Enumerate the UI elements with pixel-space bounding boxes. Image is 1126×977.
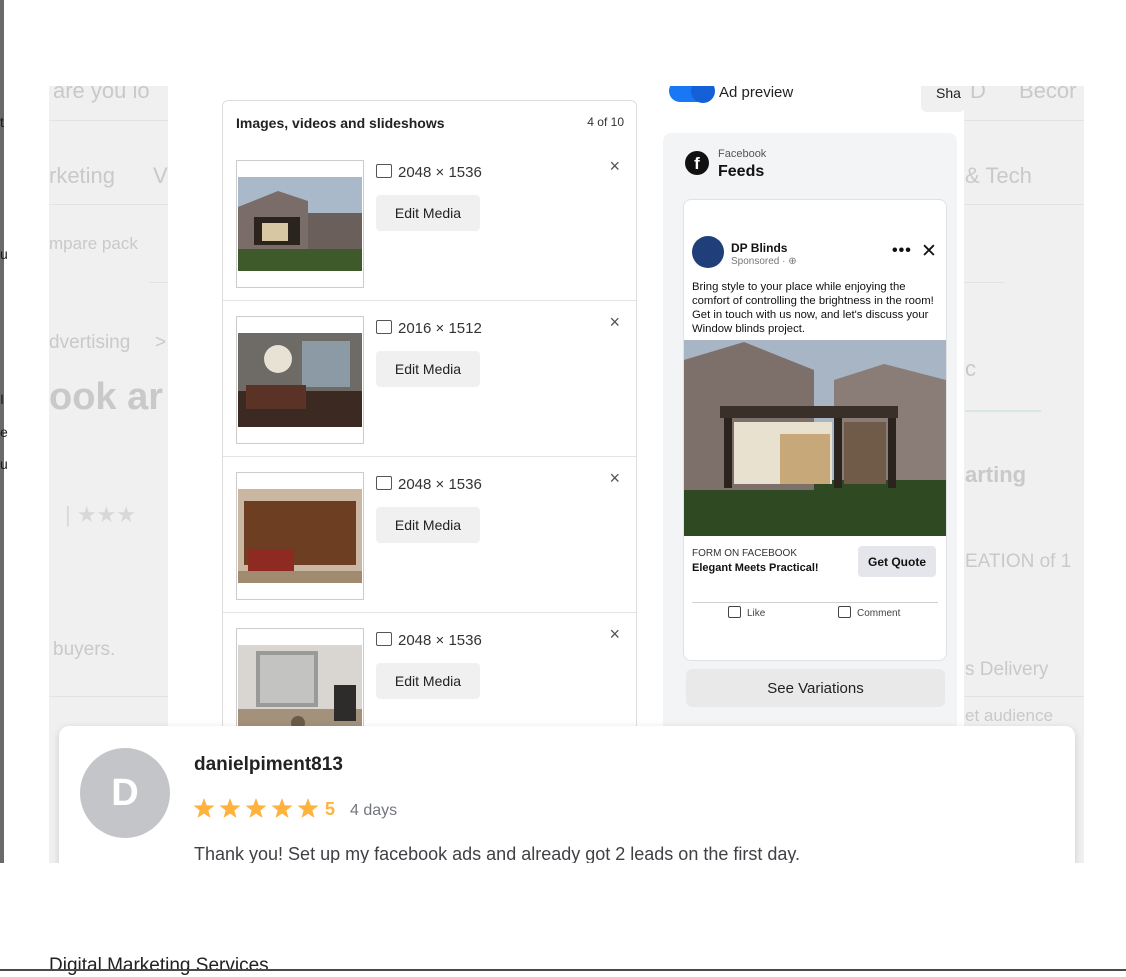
star-icon: [193, 798, 215, 818]
post-text: Bring style to your place while enjoying…: [692, 281, 934, 335]
platform-label: Facebook: [718, 148, 767, 160]
image-icon: [376, 476, 392, 490]
close-icon[interactable]: ✕: [921, 240, 937, 263]
bg-nav-word: Becor: [1019, 86, 1077, 103]
media-thumbnail[interactable]: [236, 316, 364, 444]
media-item: 2048 × 1536 Edit Media ×: [223, 456, 636, 613]
reviewer-name: danielpiment813: [194, 754, 343, 775]
edge-text-fragment: u: [0, 246, 8, 262]
bg-nav-v: V: [153, 163, 168, 188]
cta-subtitle: FORM ON FACEBOOK: [692, 548, 798, 559]
ad-preview-toggle[interactable]: [669, 86, 715, 103]
bg-divider: [964, 282, 1004, 283]
media-count: 4 of 10: [587, 115, 624, 129]
ad-post-preview: DP Blinds Sponsored · ⊕ ••• ✕ Bring styl…: [683, 199, 947, 661]
section-title: Digital Marketing Services: [49, 955, 269, 976]
bg-buyers-text: buyers.: [53, 639, 116, 660]
avatar: D: [80, 748, 170, 838]
bg-compare-text: mpare pack: [49, 234, 138, 253]
edge-text-fragment: I: [0, 391, 4, 407]
review-text: Thank you! Set up my facebook ads and al…: [194, 844, 801, 864]
placement-label: Feeds: [718, 163, 765, 180]
bg-nav-marketing: rketing: [49, 163, 116, 188]
bg-nav-tech: & Tech: [965, 163, 1032, 188]
like-button[interactable]: Like: [728, 606, 765, 619]
page-avatar: [692, 236, 724, 268]
media-panel-title: Images, videos and slideshows: [236, 115, 445, 131]
comment-icon: [838, 606, 851, 618]
left-edge-bar: [0, 0, 4, 971]
rating-stars: [193, 798, 319, 818]
bg-divider: [149, 282, 169, 283]
ad-image: [684, 340, 946, 536]
media-item: 2016 × 1512 Edit Media ×: [223, 300, 636, 457]
media-thumbnail[interactable]: [236, 472, 364, 600]
media-dimensions: 2016 × 1512: [376, 320, 482, 337]
sponsored-label: Sponsored · ⊕: [731, 256, 797, 267]
remove-media-icon[interactable]: ×: [609, 468, 620, 489]
edit-media-button[interactable]: Edit Media: [376, 507, 480, 543]
star-icon: [219, 798, 241, 818]
edge-text-fragment: u: [0, 456, 8, 472]
star-icon: [297, 798, 319, 818]
get-quote-button[interactable]: Get Quote: [858, 546, 936, 577]
comment-button[interactable]: Comment: [838, 606, 900, 619]
star-icon: [271, 798, 293, 818]
post-divider: [692, 602, 938, 603]
remove-media-icon[interactable]: ×: [609, 624, 620, 645]
bg-starting-text: arting: [965, 462, 1027, 487]
review-age: 4 days: [350, 802, 398, 819]
bg-gig-heading: ook ar: [49, 376, 164, 418]
image-icon: [376, 632, 392, 646]
media-dimensions: 2048 × 1536: [376, 632, 482, 649]
ad-preview-label: Ad preview: [719, 86, 794, 101]
thumbs-up-icon: [728, 606, 741, 618]
edit-media-button[interactable]: Edit Media: [376, 351, 480, 387]
remove-media-icon[interactable]: ×: [609, 312, 620, 333]
bg-delivery-text: s Delivery: [965, 659, 1049, 680]
edit-media-button[interactable]: Edit Media: [376, 195, 480, 231]
bg-tab-text: c: [965, 356, 976, 381]
page-name: DP Blinds: [731, 241, 788, 255]
media-dimensions: 2048 × 1536: [376, 164, 482, 181]
bg-audience-text: et audience: [965, 706, 1053, 725]
bg-search-text: are you lo: [53, 86, 150, 103]
facebook-icon: f: [685, 151, 709, 175]
bg-breadcrumb-arrow: >: [155, 332, 167, 353]
media-thumbnail[interactable]: [236, 160, 364, 288]
bg-breadcrumb: dvertising: [49, 332, 131, 353]
remove-media-icon[interactable]: ×: [609, 156, 620, 177]
image-icon: [376, 320, 392, 334]
star-icon: [245, 798, 267, 818]
bg-tab-underline: [965, 410, 1041, 412]
share-button[interactable]: Sha: [921, 86, 965, 112]
edge-text-fragment: t: [0, 114, 4, 130]
bg-creation-text: EATION of 1: [965, 551, 1072, 572]
edge-text-fragment: e: [0, 424, 8, 440]
rating-value: 5: [325, 799, 336, 819]
cta-title: Elegant Meets Practical!: [692, 562, 819, 574]
media-dimensions: 2048 × 1536: [376, 476, 482, 493]
bg-nav-letter: D: [970, 86, 986, 103]
more-options-icon[interactable]: •••: [892, 242, 912, 260]
image-icon: [376, 164, 392, 178]
see-variations-button[interactable]: See Variations: [686, 669, 945, 707]
bg-stars: | ★★★: [65, 502, 136, 527]
media-item: 2048 × 1536 Edit Media ×: [223, 144, 636, 301]
edit-media-button[interactable]: Edit Media: [376, 663, 480, 699]
